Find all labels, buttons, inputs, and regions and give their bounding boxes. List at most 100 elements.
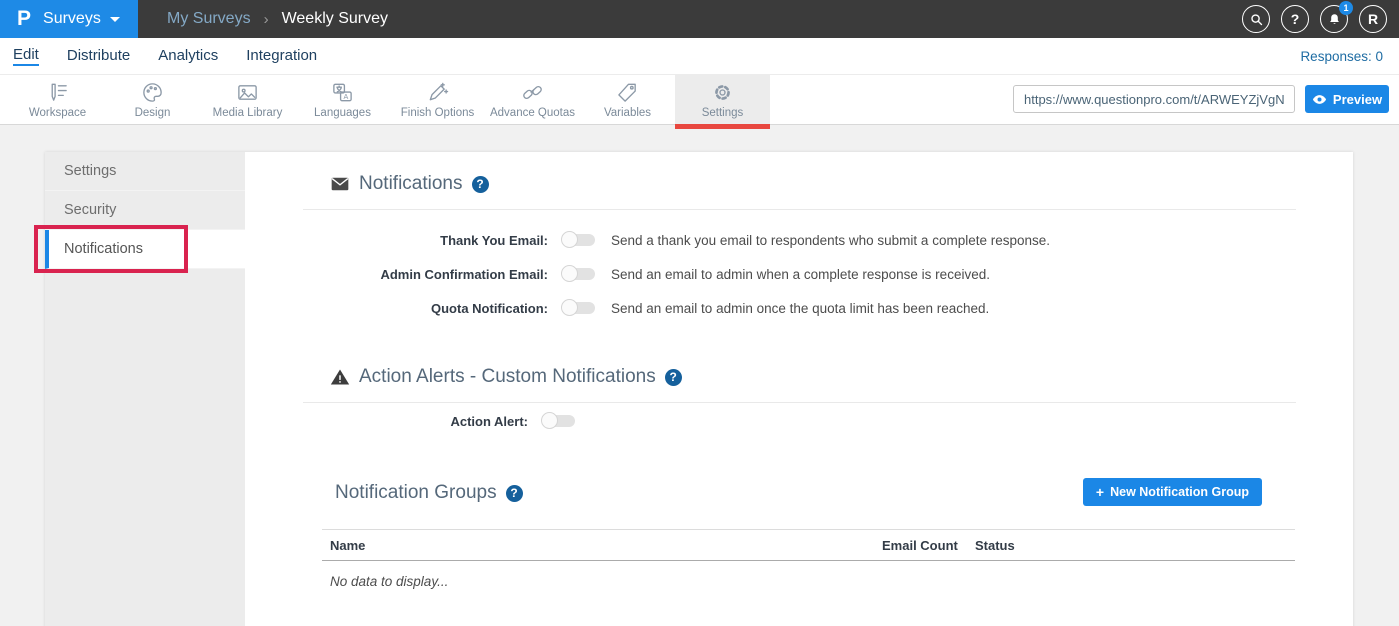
avatar-initial: R <box>1368 11 1378 27</box>
toolbar-item-variables[interactable]: Variables <box>580 75 675 124</box>
preview-button[interactable]: Preview <box>1305 85 1389 113</box>
sidebar-item-settings[interactable]: Settings <box>45 152 245 191</box>
question-mark-icon: ? <box>1291 11 1300 27</box>
breadcrumb-current-survey: Weekly Survey <box>282 10 388 28</box>
toolbar-label: Workspace <box>29 107 86 119</box>
admin-confirmation-email-row: Admin Confirmation Email: Send an email … <box>330 265 990 283</box>
section-title: Notifications <box>359 173 463 195</box>
column-header-status: Status <box>975 538 1295 553</box>
top-bar: P Surveys My Surveys › Weekly Survey ? 1… <box>0 0 1399 38</box>
chevron-down-icon <box>110 17 120 22</box>
warning-triangle-icon <box>330 367 350 387</box>
toolbar-item-languages[interactable]: A Languages <box>295 75 390 124</box>
breadcrumb: My Surveys › Weekly Survey <box>167 0 388 38</box>
sidebar-item-label: Settings <box>64 163 116 179</box>
toggle-label: Action Alert: <box>330 414 528 429</box>
divider <box>303 209 1296 210</box>
product-name: Surveys <box>43 10 101 28</box>
workspace-icon <box>46 81 69 104</box>
help-button[interactable]: ? <box>1281 5 1309 33</box>
settings-sidebar: Settings Security Notifications <box>45 152 245 626</box>
notification-groups-table: Name Email Count Status No data to displ… <box>322 529 1295 602</box>
column-header-name: Name <box>322 538 882 553</box>
survey-nav-items: Edit Distribute Analytics Integration <box>0 38 1399 74</box>
finish-options-icon <box>426 81 449 104</box>
section-title: Notification Groups <box>335 482 497 504</box>
notifications-content: Notifications ? Thank You Email: Send a … <box>245 152 1353 626</box>
variables-icon <box>616 81 639 104</box>
table-empty-message: No data to display... <box>322 561 1295 602</box>
toolbar-label: Variables <box>604 107 651 119</box>
settings-panel: Settings Security Notifications Notifica… <box>45 152 1353 626</box>
search-icon <box>1249 12 1264 27</box>
new-notification-group-button[interactable]: + New Notification Group <box>1083 478 1262 506</box>
quota-notification-toggle[interactable] <box>561 299 595 317</box>
thank-you-email-toggle[interactable] <box>561 231 595 249</box>
design-icon <box>141 81 164 104</box>
plus-icon: + <box>1096 484 1104 500</box>
toolbar-label: Settings <box>702 107 744 119</box>
survey-url-input[interactable] <box>1013 85 1295 113</box>
notification-groups-section-header: Notification Groups ? <box>335 482 523 504</box>
help-icon[interactable]: ? <box>506 485 523 502</box>
tab-distribute[interactable]: Distribute <box>67 47 130 65</box>
search-button[interactable] <box>1242 5 1270 33</box>
bell-icon <box>1327 12 1342 27</box>
column-header-email-count: Email Count <box>882 538 975 553</box>
sidebar-item-notifications[interactable]: Notifications <box>45 230 245 269</box>
toolbar-item-advance-quotas[interactable]: Advance Quotas <box>485 75 580 124</box>
toggle-label: Thank You Email: <box>330 233 548 248</box>
table-header-row: Name Email Count Status <box>322 529 1295 561</box>
sidebar-item-label: Security <box>64 202 116 218</box>
questionpro-logo: P <box>17 7 31 31</box>
responses-count: Responses: 0 <box>1300 38 1383 74</box>
help-icon[interactable]: ? <box>665 369 682 386</box>
section-title: Action Alerts - Custom Notifications <box>359 366 656 388</box>
avatar[interactable]: R <box>1359 5 1387 33</box>
help-icon[interactable]: ? <box>472 176 489 193</box>
quota-notification-row: Quota Notification: Send an email to adm… <box>330 299 989 317</box>
advance-quotas-icon <box>521 81 544 104</box>
toggle-description: Send an email to admin once the quota li… <box>611 301 989 316</box>
admin-confirmation-email-toggle[interactable] <box>561 265 595 283</box>
sidebar-item-security[interactable]: Security <box>45 191 245 230</box>
toolbar-label: Finish Options <box>401 107 475 119</box>
toolbar-label: Design <box>135 107 171 119</box>
toolbar-label: Media Library <box>213 107 283 119</box>
languages-icon: A <box>331 81 354 104</box>
toggle-label: Admin Confirmation Email: <box>330 267 548 282</box>
media-library-icon <box>236 81 259 104</box>
tab-integration[interactable]: Integration <box>246 47 317 65</box>
product-switcher[interactable]: P Surveys <box>0 0 138 38</box>
survey-nav-bar: Edit Distribute Analytics Integration Re… <box>0 38 1399 75</box>
notification-badge: 1 <box>1339 1 1353 15</box>
tab-analytics[interactable]: Analytics <box>158 47 218 65</box>
eye-icon <box>1312 92 1327 107</box>
toggle-description: Send a thank you email to respondents wh… <box>611 233 1050 248</box>
topbar-actions: ? 1 R <box>1242 5 1387 33</box>
settings-gear-icon <box>711 81 734 104</box>
toolbar-item-finish-options[interactable]: Finish Options <box>390 75 485 124</box>
sidebar-item-label: Notifications <box>64 241 143 257</box>
tab-edit[interactable]: Edit <box>13 46 39 66</box>
toolbar-item-workspace[interactable]: Workspace <box>10 75 105 124</box>
button-label: New Notification Group <box>1110 485 1249 499</box>
toggle-label: Quota Notification: <box>330 301 548 316</box>
action-alerts-section-header: Action Alerts - Custom Notifications ? <box>330 366 682 388</box>
toggle-description: Send an email to admin when a complete r… <box>611 267 990 282</box>
notifications-section-header: Notifications ? <box>330 173 489 195</box>
toolbar-item-media-library[interactable]: Media Library <box>200 75 295 124</box>
breadcrumb-separator-icon: › <box>264 11 269 28</box>
preview-label: Preview <box>1333 92 1382 107</box>
thank-you-email-row: Thank You Email: Send a thank you email … <box>330 231 1050 249</box>
divider <box>303 402 1296 403</box>
action-alert-toggle[interactable] <box>541 412 575 430</box>
toolbar-item-settings[interactable]: Settings <box>675 75 770 124</box>
action-alert-row: Action Alert: <box>330 412 575 430</box>
toolbar-label: Advance Quotas <box>490 107 575 119</box>
notifications-button[interactable]: 1 <box>1320 5 1348 33</box>
svg-text:A: A <box>343 92 348 100</box>
edit-toolbar: Workspace Design Media Library A Langua <box>0 75 1399 125</box>
toolbar-item-design[interactable]: Design <box>105 75 200 124</box>
breadcrumb-my-surveys[interactable]: My Surveys <box>167 10 251 28</box>
